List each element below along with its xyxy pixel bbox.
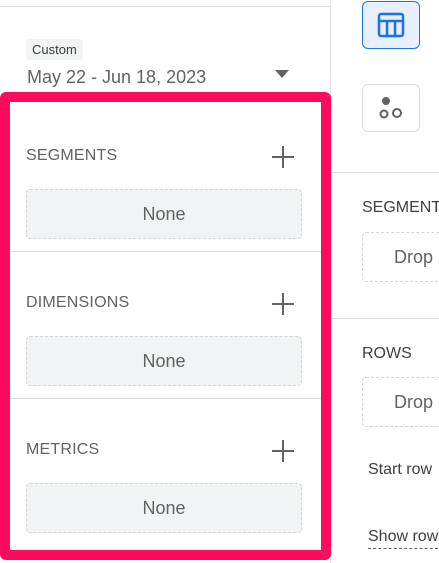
dimensions-section: DIMENSIONS None (10, 259, 321, 406)
date-range-text: May 22 - Jun 18, 2023 (27, 67, 207, 87)
segments-title: SEGMENTS (26, 147, 118, 164)
page: Custom May 22 - Jun 18, 2023 SEGMENTS No… (0, 0, 439, 563)
metrics-drop-zone[interactable]: None (26, 483, 302, 533)
scatter-icon (379, 97, 402, 119)
date-range-selector[interactable]: Custom May 22 - Jun 18, 2023 (26, 39, 306, 89)
date-range-chip: Custom (26, 39, 83, 60)
segment-comparisons-heading: SEGMENT (362, 199, 439, 216)
table-icon (377, 12, 405, 38)
top-divider (0, 6, 331, 7)
add-segment-plus-icon[interactable] (270, 144, 296, 170)
start-row-label: Start row (368, 461, 433, 478)
variables-panel: Custom May 22 - Jun 18, 2023 SEGMENTS No… (0, 0, 331, 563)
metrics-title: METRICS (26, 441, 100, 458)
rows-heading: ROWS (362, 345, 412, 362)
segments-section: SEGMENTS None (10, 112, 321, 259)
rows-drop-zone[interactable]: Drop (362, 377, 439, 427)
tab-divider (332, 172, 439, 173)
dimensions-title: DIMENSIONS (26, 294, 130, 311)
add-metric-plus-icon[interactable] (270, 438, 296, 464)
section-divider (10, 251, 321, 252)
segments-drop-zone[interactable]: None (26, 189, 302, 239)
metrics-section: METRICS None (10, 406, 321, 553)
tab-divider (332, 318, 439, 319)
show-rows-label[interactable]: Show row (368, 528, 439, 549)
scatter-visualization-button[interactable] (362, 84, 420, 132)
dimensions-drop-zone[interactable]: None (26, 336, 302, 386)
add-dimension-plus-icon[interactable] (270, 291, 296, 317)
triangle-down-icon[interactable] (274, 69, 290, 79)
segment-comparisons-drop-zone[interactable]: Drop (362, 232, 439, 282)
section-divider (10, 398, 321, 399)
table-visualization-button[interactable] (362, 1, 420, 49)
tab-settings-panel: SEGMENT Drop ROWS Drop Start row Show ro… (332, 0, 439, 563)
highlight-frame: SEGMENTS None DIMENSIONS None METRICS No… (0, 92, 331, 560)
